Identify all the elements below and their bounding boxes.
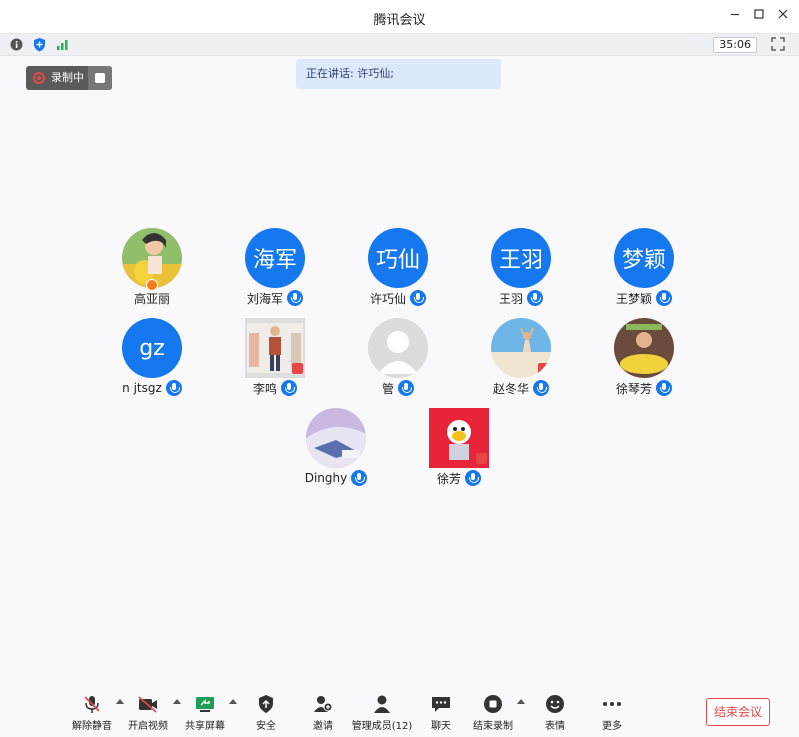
record-icon [33, 72, 45, 84]
speaking-banner: 正在讲话: 许巧仙; [296, 59, 501, 89]
participant-tile[interactable]: 徐芳 [399, 408, 519, 496]
participant-name: 徐琴芳 [615, 381, 652, 396]
participant-name: 许巧仙 [369, 291, 406, 306]
avatar [614, 318, 674, 378]
participant-name: 王梦颖 [615, 291, 652, 306]
avatar [245, 318, 305, 378]
microphone-icon [281, 380, 297, 396]
minimize-icon[interactable] [727, 8, 743, 24]
video-off-icon [292, 363, 303, 374]
info-icon[interactable] [9, 37, 24, 52]
avatar [491, 318, 551, 378]
microphone-icon [351, 470, 368, 486]
muted-microphone-icon [84, 696, 100, 713]
microphone-icon [287, 290, 303, 306]
emoji-icon [546, 695, 564, 713]
share-screen-icon [196, 697, 214, 712]
recording-label: 录制中 [51, 71, 84, 84]
participant-tile[interactable]: 海军 刘海军 [215, 228, 335, 316]
meeting-timer: 35:06 [713, 37, 757, 53]
video-off-icon [138, 696, 157, 713]
participant-tile[interactable]: 管 [338, 318, 458, 406]
participant-name: 赵冬华 [492, 381, 529, 396]
participant-name: 徐芳 [436, 471, 461, 486]
microphone-icon [527, 290, 543, 306]
chat-icon [432, 697, 450, 712]
participant-tile[interactable]: gz n jtsgz [92, 318, 212, 406]
microphone-icon [165, 380, 182, 396]
participant-name: 李鸣 [252, 381, 277, 396]
participant-tile[interactable]: 徐琴芳 [584, 318, 704, 406]
avatar: 梦颖 [614, 228, 674, 288]
stop-recording-label: 结束录制 [473, 721, 513, 732]
participant-name: 高亚丽 [133, 291, 170, 306]
end-meeting-button[interactable]: 结束会议 [706, 698, 770, 726]
status-bar: 35:06 [0, 34, 799, 56]
add-user-icon [314, 696, 333, 712]
stop-record-icon [484, 695, 502, 713]
close-icon[interactable] [775, 8, 791, 24]
more-button[interactable]: 更多 [577, 694, 647, 734]
participant-tile[interactable]: 赵冬华 [461, 318, 581, 406]
signal-icon[interactable] [55, 37, 70, 52]
avatar [306, 408, 366, 468]
more-label: 更多 [602, 721, 622, 732]
shield-icon[interactable] [32, 37, 47, 52]
stop-recording-icon[interactable] [88, 66, 112, 90]
participant-name: 刘海军 [246, 291, 283, 306]
microphone-icon [410, 290, 426, 306]
meeting-toolbar: 解除静音 开启视频 共享屏幕 安全 邀请 管理成员(12) 聊天 结束录制 表情… [0, 682, 799, 737]
participant-name: Dinghy [304, 471, 348, 485]
participant-name: n jtsgz [122, 381, 162, 395]
microphone-icon [533, 380, 549, 396]
participant-tile[interactable]: 李鸣 [215, 318, 335, 406]
microphone-icon [656, 380, 672, 396]
video-off-icon [538, 363, 549, 374]
participant-tile[interactable]: 高亚丽 [92, 228, 212, 316]
avatar: gz [122, 318, 182, 378]
title-bar: 腾讯会议 [0, 0, 799, 34]
participant-tile[interactable]: 王羽 王羽 [461, 228, 581, 316]
avatar [429, 408, 489, 468]
participant-name: 王羽 [498, 291, 523, 306]
participant-tile[interactable]: 巧仙 许巧仙 [338, 228, 458, 316]
participant-name: 管 [381, 381, 394, 396]
recording-indicator: 录制中 [26, 66, 112, 90]
participant-tile[interactable]: 梦颖 王梦颖 [584, 228, 704, 316]
fullscreen-icon[interactable] [771, 37, 785, 51]
window-title: 腾讯会议 [373, 13, 426, 28]
microphone-icon [398, 380, 414, 396]
share-screen-label: 共享屏幕 [185, 721, 225, 732]
members-icon [374, 695, 390, 713]
video-off-icon [476, 453, 487, 464]
microphone-icon [465, 470, 481, 486]
avatar: 巧仙 [368, 228, 428, 288]
maximize-icon[interactable] [751, 8, 767, 24]
participant-tile[interactable]: Dinghy [276, 408, 396, 496]
microphone-icon [656, 290, 672, 306]
avatar: 王羽 [491, 228, 551, 288]
shield-icon [259, 695, 273, 713]
more-icon [603, 702, 621, 706]
avatar [368, 318, 428, 378]
avatar: 海军 [245, 228, 305, 288]
